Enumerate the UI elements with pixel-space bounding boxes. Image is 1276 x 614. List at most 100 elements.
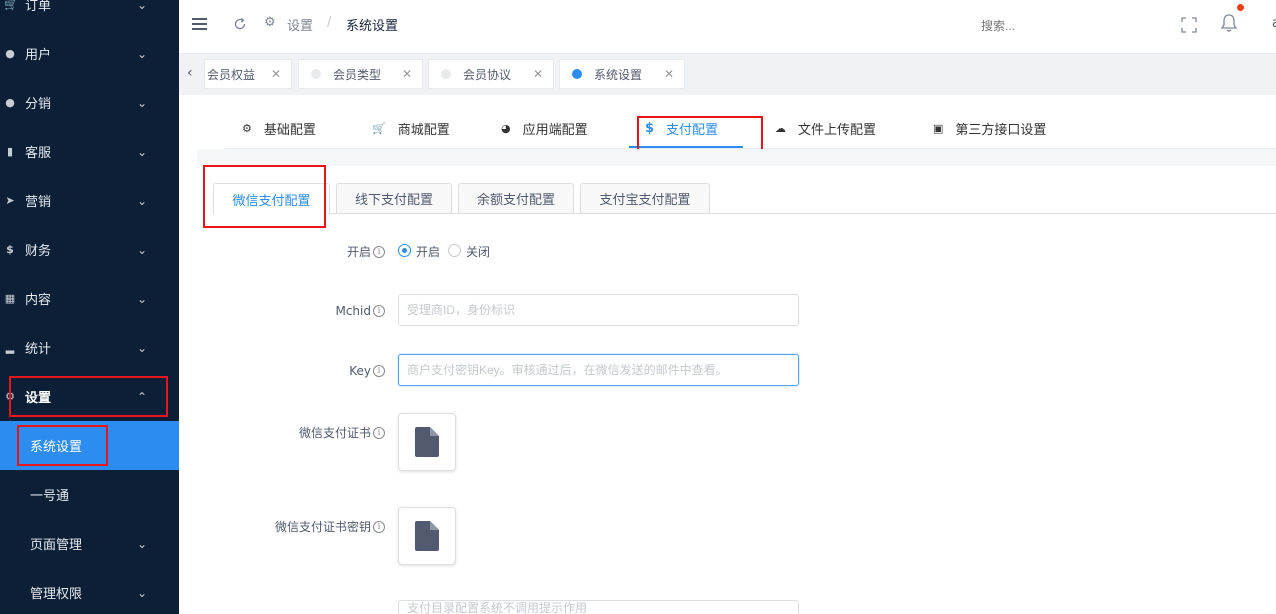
- fullscreen-icon[interactable]: [1181, 17, 1197, 33]
- book-icon: ▦: [4, 292, 16, 305]
- sidebar-item-label: 内容: [25, 293, 52, 308]
- sidebar-subitem-page-management[interactable]: 页面管理 ⌄: [0, 519, 179, 568]
- bar-chart-icon: ▂: [5, 341, 15, 354]
- mchid-input[interactable]: [398, 294, 799, 326]
- page-tab-label: 会员协议: [463, 67, 512, 82]
- gear-icon: ⚙: [264, 15, 276, 30]
- key-input[interactable]: [398, 354, 799, 386]
- sidebar-item-label: 营销: [25, 195, 52, 210]
- info-icon: i: [373, 426, 385, 439]
- tab-status-dot: [311, 69, 321, 79]
- active-tab-indicator: [629, 146, 743, 148]
- tab-mall-config[interactable]: 🛒 商城配置: [372, 108, 450, 148]
- chevron-down-icon: ⌄: [136, 95, 148, 110]
- cert-key-upload-button[interactable]: [398, 507, 456, 565]
- sidebar-item-customer-service[interactable]: ▮ 客服 ⌄: [0, 127, 179, 176]
- tab-label: 基础配置: [263, 122, 316, 138]
- menu-toggle-icon[interactable]: [192, 18, 207, 31]
- sidebar-subitem-permissions[interactable]: 管理权限 ⌄: [0, 568, 179, 614]
- tab-label: 应用端配置: [522, 122, 588, 138]
- user-avatar[interactable]: a: [1272, 16, 1276, 31]
- tab-label: 第三方接口设置: [955, 122, 1047, 138]
- sidebar-item-label: 设置: [25, 391, 52, 406]
- tab-third-party-config[interactable]: ▣ 第三方接口设置: [933, 108, 1046, 148]
- file-icon: [415, 521, 439, 551]
- tab-status-dot: [441, 69, 451, 79]
- tab-basic-config[interactable]: ⚙ 基础配置: [242, 108, 316, 148]
- sidebar-item-settings[interactable]: ⚙ 设置 ⌃: [0, 372, 179, 421]
- breadcrumb-current: 系统设置: [346, 19, 399, 34]
- chevron-down-icon: ⌄: [136, 0, 148, 12]
- sidebar-item-marketing[interactable]: ➤ 营销 ⌄: [0, 176, 179, 225]
- breadcrumb-parent[interactable]: 设置: [287, 15, 313, 34]
- enable-on-label: 开启: [416, 245, 441, 259]
- chat-icon: ▮: [6, 145, 14, 158]
- sidebar: 🛒 订单 ⌄ ● 用户 ⌄ ● 分销 ⌄ ▮ 客服 ⌄ ➤ 营销 ⌄ $ 财务 …: [0, 0, 179, 614]
- tab-label: 支付配置: [666, 122, 719, 138]
- close-icon[interactable]: ✕: [533, 67, 543, 81]
- pie-icon: ◕: [501, 121, 511, 135]
- page-tab-member-agreement[interactable]: 会员协议 ✕: [428, 59, 554, 89]
- close-icon[interactable]: ✕: [271, 67, 281, 81]
- sidebar-item-label: 财务: [25, 244, 52, 259]
- sidebar-item-label: 订单: [25, 0, 52, 14]
- close-icon[interactable]: ✕: [402, 67, 412, 81]
- sidebar-item-users[interactable]: ● 用户 ⌄: [0, 29, 179, 78]
- pay-directory-input[interactable]: [398, 600, 799, 614]
- notification-dot: [1237, 4, 1244, 11]
- tab-wechat-pay[interactable]: 微信支付配置: [213, 183, 330, 215]
- sidebar-item-content[interactable]: ▦ 内容 ⌄: [0, 274, 179, 323]
- page-tab-member-type[interactable]: 会员类型 ✕: [298, 59, 423, 89]
- sidebar-subitem-system-settings[interactable]: 系统设置: [0, 421, 179, 470]
- cert-upload-button[interactable]: [398, 413, 456, 471]
- page-tab-label: 系统设置: [594, 67, 643, 82]
- tab-app-config[interactable]: ◕ 应用端配置: [501, 108, 588, 148]
- close-icon[interactable]: ✕: [664, 67, 674, 81]
- gear-icon: ⚙: [242, 121, 252, 135]
- search-input[interactable]: [979, 14, 1123, 38]
- info-icon: i: [373, 245, 385, 258]
- chevron-up-icon: ⌃: [136, 389, 148, 404]
- tab-status-dot: [572, 69, 582, 79]
- enable-label-text: 开启: [346, 245, 371, 259]
- tab-offline-pay[interactable]: 线下支付配置: [336, 183, 452, 214]
- file-icon: [415, 427, 439, 457]
- tab-balance-pay[interactable]: 余额支付配置: [458, 183, 574, 214]
- config-tabs: ⚙ 基础配置 🛒 商城配置 ◕ 应用端配置 $ 支付配置 ☁ 文件上传配置 ▣ …: [225, 108, 1276, 149]
- tab-payment-config[interactable]: $ 支付配置: [645, 108, 718, 148]
- briefcase-icon: ▣: [933, 121, 944, 135]
- tab-file-upload-config[interactable]: ☁ 文件上传配置: [775, 108, 876, 148]
- tab-label: 商城配置: [397, 122, 450, 138]
- sidebar-item-distribution[interactable]: ● 分销 ⌄: [0, 78, 179, 127]
- sidebar-item-orders[interactable]: 🛒 订单 ⌄: [0, 0, 179, 29]
- top-header: ⚙ 设置 / 系统设置 a: [179, 0, 1276, 54]
- breadcrumb-separator: /: [327, 15, 332, 30]
- cert-key-label: 微信支付证书密钥 i: [275, 518, 385, 535]
- mchid-label-text: Mchid: [335, 304, 371, 318]
- chevron-down-icon: ⌄: [136, 193, 148, 208]
- sidebar-item-label: 一号通: [30, 489, 70, 504]
- chevron-left-icon[interactable]: ‹: [187, 65, 193, 81]
- cert-label: 微信支付证书 i: [299, 424, 385, 441]
- info-icon: i: [373, 365, 385, 377]
- page-tab-member-rights[interactable]: 会员权益 ✕: [204, 59, 292, 89]
- cart-icon: 🛒: [4, 0, 18, 11]
- sidebar-item-label: 页面管理: [30, 538, 83, 553]
- sidebar-item-finance[interactable]: $ 财务 ⌄: [0, 225, 179, 274]
- sidebar-subitem-yihaotong[interactable]: 一号通: [0, 470, 179, 519]
- refresh-icon[interactable]: [233, 17, 247, 31]
- sidebar-item-statistics[interactable]: ▂ 统计 ⌄: [0, 323, 179, 372]
- notification-bell-icon[interactable]: [1220, 13, 1238, 33]
- info-icon: i: [373, 305, 385, 317]
- enable-off-radio[interactable]: [448, 244, 461, 257]
- chevron-down-icon: ⌄: [136, 585, 148, 600]
- tab-alipay[interactable]: 支付宝支付配置: [580, 183, 710, 214]
- user-icon: ●: [5, 47, 15, 60]
- cart-icon: 🛒: [372, 121, 386, 135]
- sidebar-item-label: 统计: [25, 342, 52, 357]
- enable-on-radio[interactable]: [398, 244, 411, 257]
- page-tab-system-settings[interactable]: 系统设置 ✕: [559, 59, 685, 89]
- chevron-down-icon: ⌄: [136, 144, 148, 159]
- cloud-upload-icon: ☁: [775, 121, 786, 135]
- cert-key-label-text: 微信支付证书密钥: [274, 520, 371, 534]
